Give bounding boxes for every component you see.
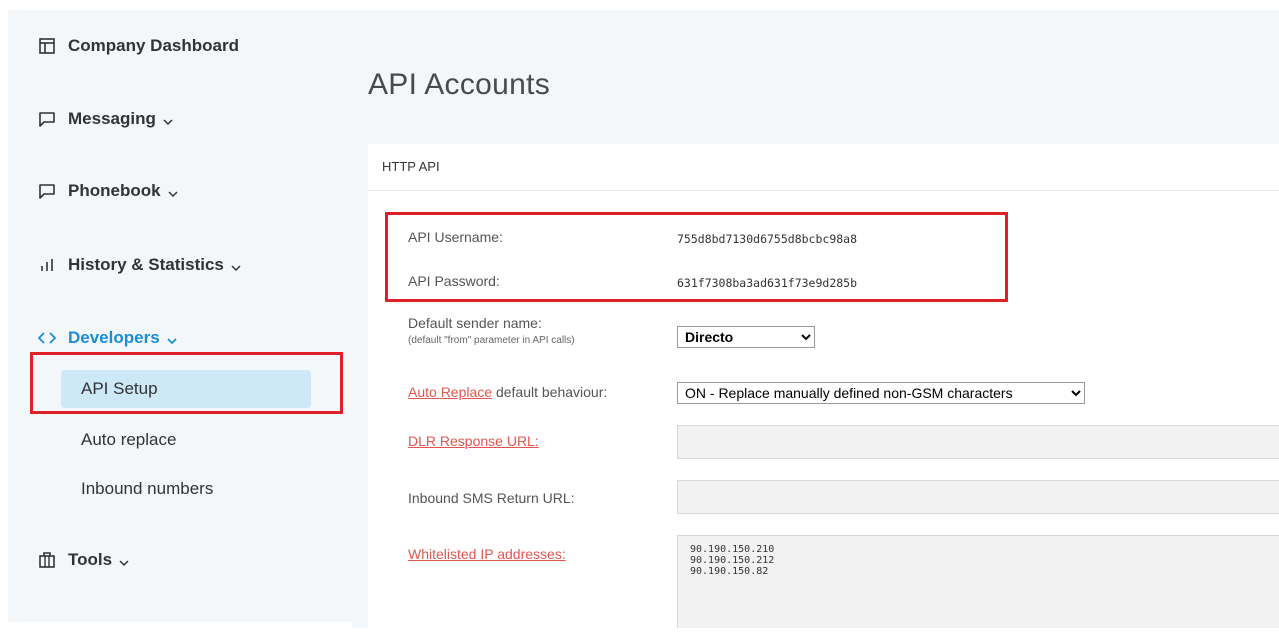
auto-replace-label: Auto Replace default behaviour:	[408, 384, 607, 400]
nav-tools[interactable]: Tools	[38, 550, 130, 570]
chevron-down-icon	[166, 332, 178, 345]
default-sender-hint: (default "from" parameter in API calls)	[408, 335, 575, 346]
bar-chart-icon	[38, 256, 56, 274]
sender-name-select[interactable]: Directo	[677, 326, 815, 348]
nav-history-statistics[interactable]: History & Statistics	[38, 255, 242, 275]
chevron-down-icon	[167, 185, 179, 198]
sidebar-item-inbound-numbers[interactable]: Inbound numbers	[61, 470, 311, 508]
inbound-sms-return-url-input[interactable]	[677, 480, 1279, 514]
nav-phonebook[interactable]: Phonebook	[38, 181, 179, 201]
briefcase-icon	[38, 551, 56, 569]
main-content: API Accounts HTTP API API Username: 755d…	[352, 10, 1279, 638]
inbound-sms-return-url-label: Inbound SMS Return URL:	[408, 490, 575, 506]
nav-company-dashboard[interactable]: Company Dashboard	[38, 36, 239, 56]
auto-replace-link[interactable]: Auto Replace	[408, 384, 492, 400]
chevron-down-icon	[118, 554, 130, 567]
chat-icon	[38, 110, 56, 128]
nav-developers-label: Developers	[68, 328, 160, 347]
chevron-down-icon	[230, 259, 242, 272]
dashboard-icon	[38, 37, 56, 55]
auto-replace-label-rest: default behaviour:	[492, 384, 608, 400]
chat-icon	[38, 182, 56, 200]
highlight-box-api-setup	[30, 352, 343, 414]
nav-history-label: History & Statistics	[68, 255, 224, 274]
nav-tools-label: Tools	[68, 550, 113, 569]
nav-phonebook-label: Phonebook	[68, 181, 161, 200]
whitelisted-ip-textarea[interactable]: 90.190.150.210 90.190.150.212 90.190.150…	[677, 535, 1279, 628]
code-icon	[37, 329, 57, 347]
nav-developers[interactable]: Developers	[37, 328, 178, 348]
highlight-box-credentials	[385, 212, 1008, 302]
chevron-down-icon	[162, 113, 174, 126]
dlr-response-url-input[interactable]	[677, 425, 1279, 459]
nav-company-dashboard-label: Company Dashboard	[68, 36, 239, 55]
default-sender-label-text: Default sender name:	[408, 315, 542, 331]
auto-replace-select[interactable]: ON - Replace manually defined non-GSM ch…	[677, 382, 1085, 404]
nav-messaging-label: Messaging	[68, 109, 156, 128]
sidebar: Company Dashboard Messaging Phonebook Hi…	[8, 10, 352, 622]
card-title: HTTP API	[368, 144, 1279, 191]
whitelisted-ip-link[interactable]: Whitelisted IP addresses:	[408, 546, 566, 562]
sidebar-item-auto-replace[interactable]: Auto replace	[61, 421, 311, 459]
nav-messaging[interactable]: Messaging	[38, 109, 174, 129]
dlr-response-url-link[interactable]: DLR Response URL:	[408, 433, 539, 449]
default-sender-label: Default sender name: (default "from" par…	[408, 315, 575, 346]
page-title: API Accounts	[368, 68, 551, 101]
